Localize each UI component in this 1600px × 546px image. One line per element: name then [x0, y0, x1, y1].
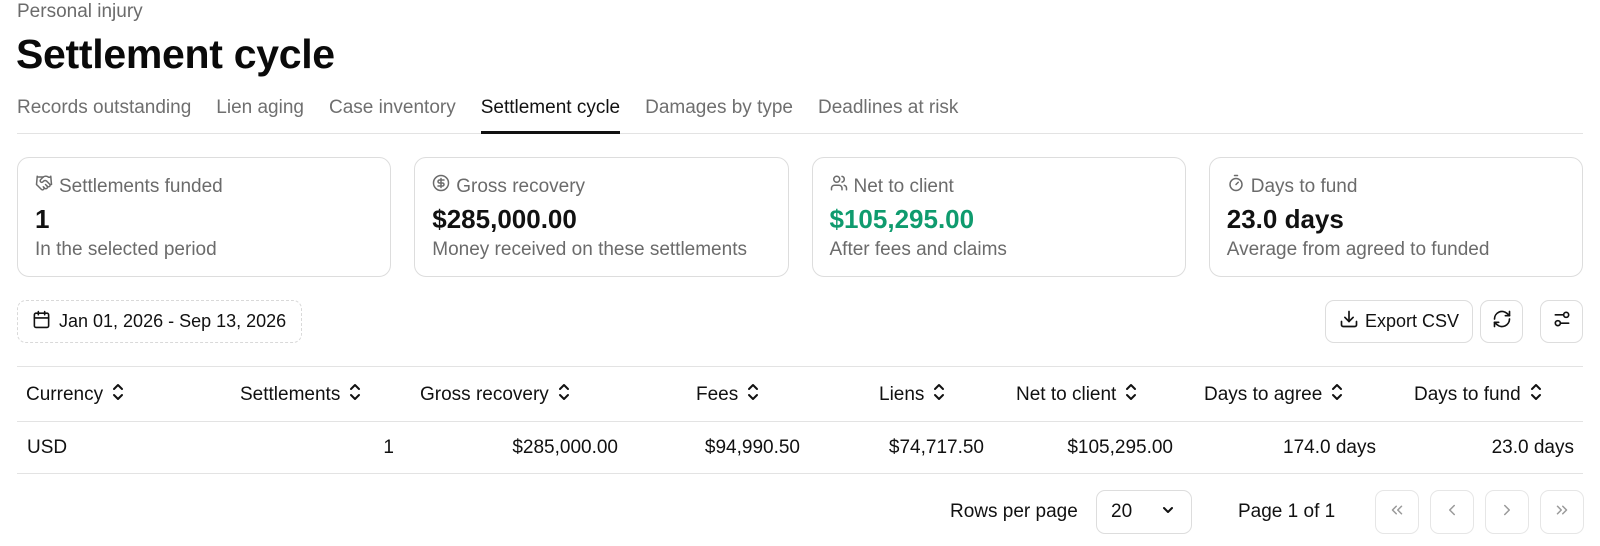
settlement-table: Currency Settlements Gross recovery Fees… — [17, 366, 1583, 474]
card-header: Days to fund — [1227, 174, 1565, 199]
tab-bar: Records outstanding Lien aging Case inve… — [17, 92, 1583, 134]
column-header-gross-recovery[interactable]: Gross recovery — [420, 367, 571, 423]
cell-days-to-fund: 23.0 days — [1491, 437, 1574, 458]
sliders-icon — [1552, 309, 1572, 334]
card-subtext: Average from agreed to funded — [1226, 239, 1490, 260]
sort-icon — [1330, 383, 1344, 407]
column-header-days-to-agree[interactable]: Days to agree — [1204, 367, 1344, 423]
card-label: Days to fund — [1250, 175, 1358, 197]
column-label: Days to fund — [1414, 384, 1521, 405]
cell-fees: $94,990.50 — [704, 437, 800, 458]
refresh-button[interactable] — [1480, 300, 1523, 343]
card-label: Gross recovery — [456, 175, 586, 197]
cell-settlements: 1 — [383, 437, 394, 458]
cell-currency: USD — [27, 437, 68, 458]
column-header-fees[interactable]: Fees — [696, 367, 760, 423]
rows-per-page-value: 20 — [1111, 501, 1133, 522]
column-header-net-to-client[interactable]: Net to client — [1016, 367, 1138, 423]
tab-lien-aging[interactable]: Lien aging — [216, 92, 304, 134]
chevron-down-icon — [1161, 501, 1175, 523]
handshake-icon — [35, 174, 53, 199]
chevron-right-icon — [1498, 501, 1516, 524]
tab-case-inventory[interactable]: Case inventory — [329, 92, 456, 134]
column-label: Gross recovery — [420, 384, 549, 405]
page-info: Page 1 of 1 — [1238, 501, 1336, 522]
cell-gross-recovery: $285,000.00 — [512, 437, 618, 458]
card-header: Net to client — [830, 174, 1168, 199]
table-row: USD 1 $285,000.00 $94,990.50 $74,717.50 … — [17, 422, 1583, 474]
download-icon — [1339, 309, 1359, 334]
cell-net-to-client: $105,295.00 — [1067, 437, 1173, 458]
chevrons-left-icon — [1388, 501, 1406, 524]
view-settings-button[interactable] — [1540, 300, 1583, 343]
cell-liens: $74,717.50 — [888, 437, 984, 458]
column-label: Liens — [879, 384, 925, 405]
sort-icon — [1529, 383, 1543, 407]
column-label: Currency — [26, 384, 104, 405]
card-label: Net to client — [853, 175, 954, 197]
date-range-label: Jan 01, 2026 - Sep 13, 2026 — [59, 311, 287, 331]
sort-icon — [932, 383, 946, 407]
column-label: Net to client — [1016, 384, 1117, 405]
sort-icon — [557, 383, 571, 407]
tab-records-outstanding[interactable]: Records outstanding — [17, 92, 191, 134]
table-header: Currency Settlements Gross recovery Fees… — [17, 366, 1583, 422]
cell-days-to-agree: 174.0 days — [1283, 437, 1376, 458]
column-header-currency[interactable]: Currency — [26, 367, 125, 423]
rows-per-page-select[interactable]: 20 — [1096, 490, 1192, 534]
date-range-picker[interactable]: Jan 01, 2026 - Sep 13, 2026 — [17, 300, 302, 343]
next-page-button[interactable] — [1485, 490, 1529, 534]
sort-icon — [746, 383, 760, 407]
users-icon — [830, 174, 848, 199]
calendar-icon — [32, 310, 51, 334]
sort-icon — [1124, 383, 1138, 407]
tab-damages-by-type[interactable]: Damages by type — [645, 92, 793, 134]
summary-cards: Settlements funded 1 In the selected per… — [17, 157, 1583, 277]
card-subtext: After fees and claims — [829, 239, 1007, 260]
card-value: $105,295.00 — [829, 204, 975, 234]
card-subtext: In the selected period — [35, 239, 217, 260]
tab-deadlines-at-risk[interactable]: Deadlines at risk — [818, 92, 958, 134]
card-label: Settlements funded — [59, 175, 223, 197]
card-settlements-funded: Settlements funded 1 In the selected per… — [17, 157, 392, 277]
card-subtext: Money received on these settlements — [432, 239, 747, 260]
column-label: Settlements — [240, 384, 341, 405]
column-label: Days to agree — [1204, 384, 1323, 405]
tab-settlement-cycle[interactable]: Settlement cycle — [480, 92, 621, 134]
export-label: Export CSV — [1364, 311, 1460, 331]
last-page-button[interactable] — [1540, 490, 1584, 534]
timer-icon — [1227, 174, 1245, 199]
column-header-liens[interactable]: Liens — [879, 367, 946, 423]
column-label: Fees — [696, 384, 739, 405]
card-value: $285,000.00 — [432, 204, 577, 234]
card-value: 23.0 days — [1226, 204, 1344, 234]
chevrons-right-icon — [1553, 501, 1571, 524]
column-header-days-to-fund[interactable]: Days to fund — [1414, 367, 1543, 423]
card-days-to-fund: Days to fund 23.0 days Average from agre… — [1208, 157, 1583, 277]
card-gross-recovery: Gross recovery $285,000.00 Money receive… — [414, 157, 789, 277]
page-title: Settlement cycle — [16, 31, 335, 77]
previous-page-button[interactable] — [1430, 490, 1474, 534]
refresh-icon — [1492, 309, 1512, 334]
card-value: 1 — [35, 204, 50, 234]
card-header: Gross recovery — [432, 174, 770, 199]
dollar-circle-icon — [432, 174, 450, 199]
card-header: Settlements funded — [35, 174, 373, 199]
sort-icon — [111, 383, 125, 407]
first-page-button[interactable] — [1375, 490, 1419, 534]
column-header-settlements[interactable]: Settlements — [240, 367, 362, 423]
rows-per-page-label: Rows per page — [950, 501, 1078, 522]
sort-icon — [348, 383, 362, 407]
export-csv-button[interactable]: Export CSV — [1325, 300, 1473, 343]
card-net-to-client: Net to client $105,295.00 After fees and… — [811, 157, 1186, 277]
chevron-left-icon — [1443, 501, 1461, 524]
breadcrumb: Personal injury — [17, 1, 143, 22]
